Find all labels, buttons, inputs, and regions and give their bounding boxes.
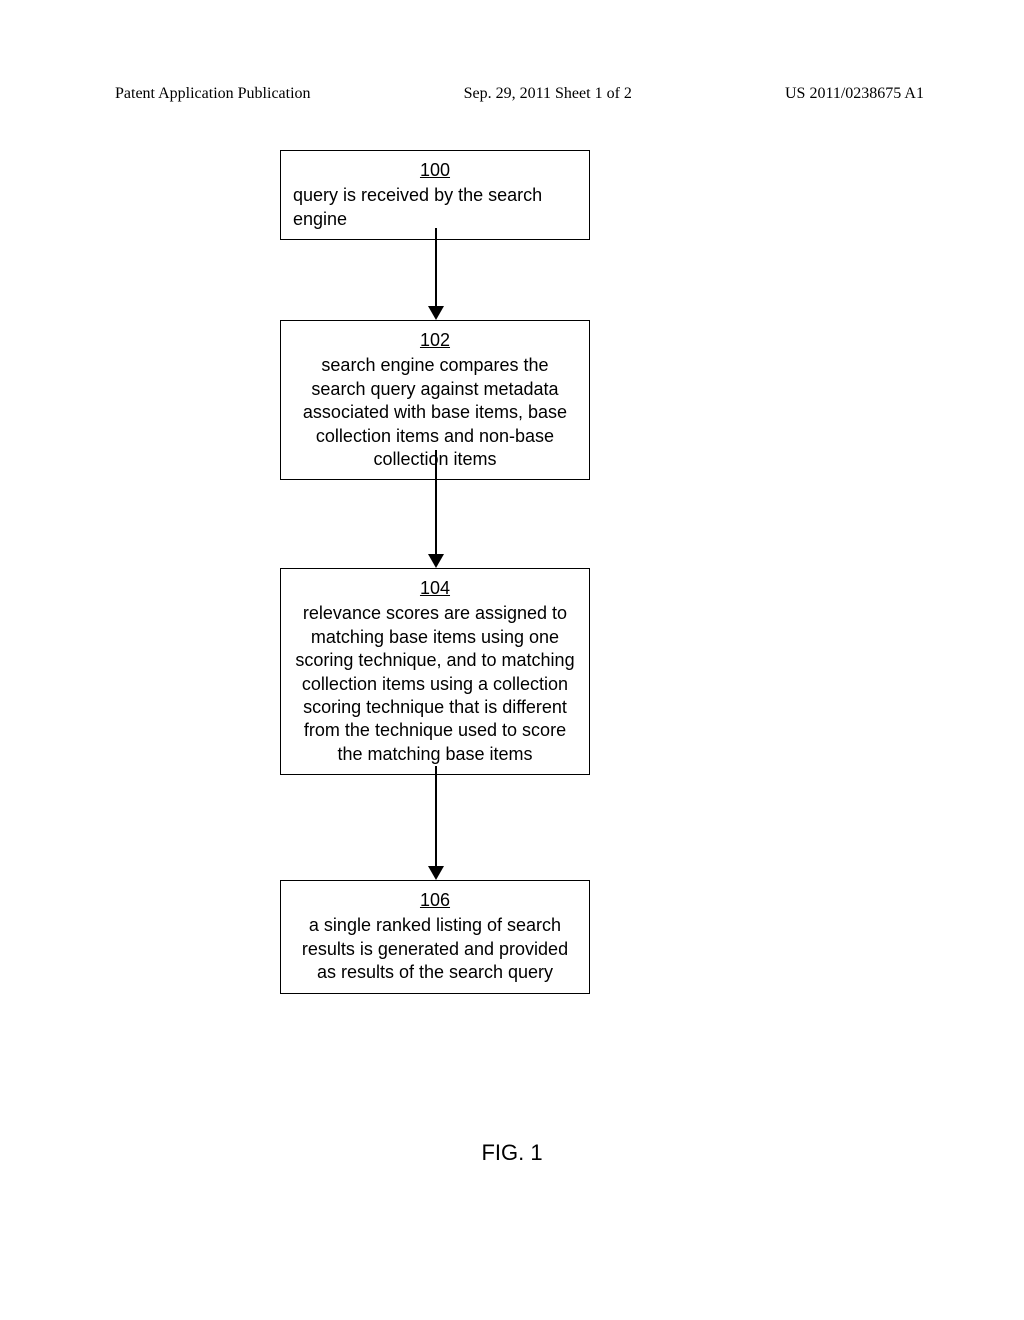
flow-step-104: 104 relevance scores are assigned to mat… bbox=[280, 568, 590, 775]
step-text: a single ranked listing of search result… bbox=[302, 915, 568, 982]
header-center: Sep. 29, 2011 Sheet 1 of 2 bbox=[464, 85, 632, 103]
step-number: 100 bbox=[293, 159, 577, 182]
header-right: US 2011/0238675 A1 bbox=[785, 85, 924, 103]
arrow-icon bbox=[435, 228, 437, 318]
flow-step-106: 106 a single ranked listing of search re… bbox=[280, 880, 590, 994]
flow-step-100: 100 query is received by the search engi… bbox=[280, 150, 590, 240]
arrow-icon bbox=[435, 766, 437, 878]
step-number: 102 bbox=[293, 329, 577, 352]
step-text: query is received by the search engine bbox=[293, 185, 542, 228]
header-left: Patent Application Publication bbox=[115, 85, 311, 103]
step-text: relevance scores are assigned to matchin… bbox=[295, 603, 574, 763]
page-header: Patent Application Publication Sep. 29, … bbox=[0, 0, 1024, 103]
figure-label: FIG. 1 bbox=[0, 1140, 1024, 1166]
step-number: 104 bbox=[293, 577, 577, 600]
step-number: 106 bbox=[293, 889, 577, 912]
arrow-icon bbox=[435, 450, 437, 566]
